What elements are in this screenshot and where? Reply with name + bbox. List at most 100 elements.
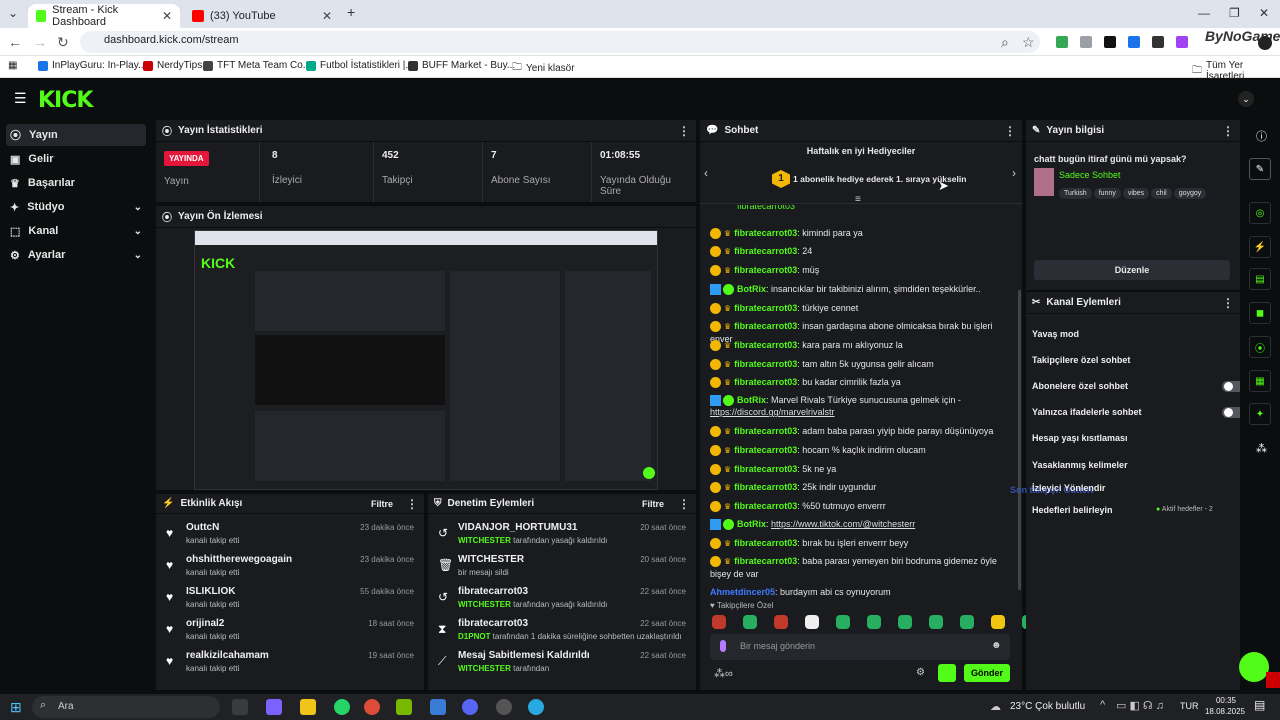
clock-time[interactable]: 00:35	[1206, 696, 1246, 705]
emote-icon[interactable]	[991, 615, 1005, 629]
emote-icon[interactable]	[929, 615, 943, 629]
channel-action-5[interactable]: Yasaklanmış kelimeler›	[1032, 453, 1244, 477]
telegram-icon[interactable]	[528, 699, 544, 715]
tray-chevron-icon[interactable]: ^	[1100, 699, 1105, 711]
minimize-icon[interactable]: —	[1198, 6, 1210, 20]
chat-username[interactable]: fibratecarrot03	[734, 445, 797, 455]
chat-username[interactable]: fibratecarrot03	[734, 303, 797, 313]
tab-youtube[interactable]: (33) YouTube ✕	[184, 4, 340, 28]
file-explorer-icon[interactable]	[300, 699, 316, 715]
moderation-item[interactable]: ↺ fibratecarrot03 WITCHESTER tarafından ya…	[428, 584, 696, 614]
activity-username[interactable]: OuttcN	[186, 522, 219, 533]
moderation-target[interactable]: Mesaj Sabitlemesi Kaldırıldı	[458, 650, 590, 661]
maximize-icon[interactable]: ❐	[1229, 6, 1240, 20]
category-link[interactable]: Sadece Sohbet	[1059, 170, 1121, 180]
bookmark-item[interactable]: NerdyTips	[143, 60, 202, 71]
emote-icon[interactable]	[898, 615, 912, 629]
chevron-left-icon[interactable]: ‹	[704, 166, 708, 180]
chat-username[interactable]: fibratecarrot03	[734, 359, 797, 369]
clock-date[interactable]: 18.08.2025	[1202, 707, 1248, 716]
extension-icon[interactable]	[1152, 36, 1164, 48]
activity-username[interactable]: realkizilcahamam	[186, 650, 269, 661]
sidebar-item-ayarlar[interactable]: ⚙ Ayarlar ⌄	[6, 244, 146, 266]
share-icon[interactable]: ⁂	[1256, 442, 1267, 455]
chat-tools-icon[interactable]: ⁂∞	[714, 667, 733, 680]
emote-icon[interactable]	[743, 615, 757, 629]
chat-message[interactable]: ♛ fibratecarrot03: bırak bu işleri enverr…	[710, 537, 1010, 550]
stream-preview-video[interactable]: KICK	[194, 230, 658, 490]
chat-link[interactable]: https://discord.gg/marvelrivalstr	[710, 407, 835, 417]
tray-icons[interactable]: ▭ ◧ ☊ ♫	[1116, 699, 1164, 712]
discord-icon[interactable]	[462, 699, 478, 715]
chevron-right-icon[interactable]: ›	[1012, 166, 1016, 180]
sidebar-item-basarilar[interactable]: ♛ Başarılar	[6, 172, 146, 194]
chat-username[interactable]: Ahmetdincer05	[710, 587, 775, 597]
chrome-icon[interactable]	[364, 699, 380, 715]
more-icon[interactable]: ⋮	[406, 497, 418, 511]
wrench-icon[interactable]: ✦	[1249, 403, 1271, 425]
chat-message[interactable]: ♛ fibratecarrot03: 5k ne ya	[710, 463, 1010, 476]
moderation-target[interactable]: VIDANJOR_HORTUMU31	[458, 522, 577, 533]
more-icon[interactable]: ⋮	[1004, 124, 1016, 138]
activity-item[interactable]: ♥ OuttcN kanalı takip etti 23 dakika önce	[156, 520, 424, 550]
moderation-item[interactable]: ⧗ fibratecarrot03 D1PNOT tarafından 1 daki…	[428, 616, 696, 646]
chat-message[interactable]: ♛ fibratecarrot03: 24	[710, 245, 1010, 258]
channel-action-0[interactable]: Yavaş mod›	[1032, 322, 1244, 346]
activity-username[interactable]: orijinal2	[186, 618, 224, 629]
back-icon[interactable]: ←	[8, 34, 22, 50]
filter-button[interactable]: Filtre	[642, 499, 664, 509]
user-avatar[interactable]: ⌄	[1238, 91, 1254, 107]
weather-text[interactable]: 23°C Çok bulutlu	[1010, 701, 1085, 712]
notification-icon[interactable]: ▤	[1254, 698, 1265, 712]
chat-bubble-icon[interactable]: ◼	[1249, 302, 1271, 324]
bookmark-item[interactable]: BUFF Market - Buy...	[408, 60, 515, 71]
sidebar-item-gelir[interactable]: ▣ Gelir	[6, 148, 146, 170]
emote-icon[interactable]	[960, 615, 974, 629]
bookmark-item[interactable]: InPlayGuru: In-Play...	[38, 60, 146, 71]
sidebar-item-studyo[interactable]: ✦ Stüdyo ⌄	[6, 196, 146, 218]
chat-message[interactable]: ♛ fibratecarrot03: baba parası yemeyen bi…	[710, 555, 1010, 580]
moderation-actor[interactable]: WITCHESTER	[458, 536, 511, 545]
chat-username[interactable]: fibratecarrot03	[734, 464, 797, 474]
emote-icon[interactable]	[836, 615, 850, 629]
chat-username[interactable]: fibratecarrot03	[734, 246, 797, 256]
microphone-icon[interactable]	[720, 640, 726, 652]
close-tab-icon[interactable]: ✕	[322, 9, 332, 23]
raid-label[interactable]: İzleyici Yönlendir	[1032, 483, 1105, 493]
filter-button[interactable]: Filtre	[371, 499, 393, 509]
emote-icon[interactable]	[712, 615, 726, 629]
moderation-item[interactable]: ⟋ Mesaj Sabitlemesi Kaldırıldı WITCHESTER …	[428, 648, 696, 678]
activity-item[interactable]: ♥ ISLIKLIOK kanalı takip etti 55 dakika önc…	[156, 584, 424, 614]
language-indicator[interactable]: TUR	[1180, 701, 1199, 711]
chat-username[interactable]: BotRix	[737, 284, 766, 294]
emoji-icon[interactable]: ☻	[991, 640, 1002, 651]
chat-message[interactable]: BotRix: Marvel Rivals Türkiye sunucusuna…	[710, 394, 1010, 418]
forward-icon[interactable]: →	[33, 34, 47, 50]
chat-username[interactable]: fibratecarrot03	[734, 340, 797, 350]
extension-icon[interactable]	[1104, 36, 1116, 48]
obs-icon[interactable]	[496, 699, 512, 715]
extension-icon[interactable]	[1176, 36, 1188, 48]
more-icon[interactable]: ⋮	[1222, 124, 1234, 138]
chat-username[interactable]: fibratecarrot03	[734, 556, 797, 566]
chat-message[interactable]: ♛ fibratecarrot03: hocam % kaçlık indirim…	[710, 444, 1010, 457]
chat-message[interactable]: Ahmetdincer05: burdayım abi cs oynuyorum	[710, 586, 1010, 598]
task-view-icon[interactable]	[232, 699, 248, 715]
send-button[interactable]: Gönder	[964, 664, 1010, 682]
app-icon[interactable]	[430, 699, 446, 715]
chat-username[interactable]: BotRix	[737, 395, 766, 405]
chat-message[interactable]: BotRix: https://www.tiktok.com/@witchest…	[710, 518, 1010, 531]
bookmark-folder[interactable]: 🗀 Yeni klasör	[512, 60, 575, 77]
chat-message[interactable]: ♛ fibratecarrot03: bu kadar cimrilik fazl…	[710, 376, 1010, 389]
bookmark-item[interactable]: TFT Meta Team Co...	[203, 60, 311, 71]
menu-icon[interactable]: ☰	[14, 90, 27, 107]
activity-item[interactable]: ♥ realkizilcahamam kanalı takip etti 19 saa…	[156, 648, 424, 678]
windows-start-icon[interactable]: ⊞	[10, 699, 22, 716]
more-icon[interactable]: ⋮	[678, 497, 690, 511]
more-icon[interactable]: ⋮	[1222, 296, 1234, 310]
channel-action-2[interactable]: Abonelere özel sohbet	[1032, 374, 1244, 398]
chat-message[interactable]: ♛ fibratecarrot03: müş	[710, 264, 1010, 277]
bookmark-star-icon[interactable]: ☆	[1022, 34, 1035, 51]
emote-icon[interactable]	[867, 615, 881, 629]
profile-avatar[interactable]	[1258, 36, 1272, 50]
